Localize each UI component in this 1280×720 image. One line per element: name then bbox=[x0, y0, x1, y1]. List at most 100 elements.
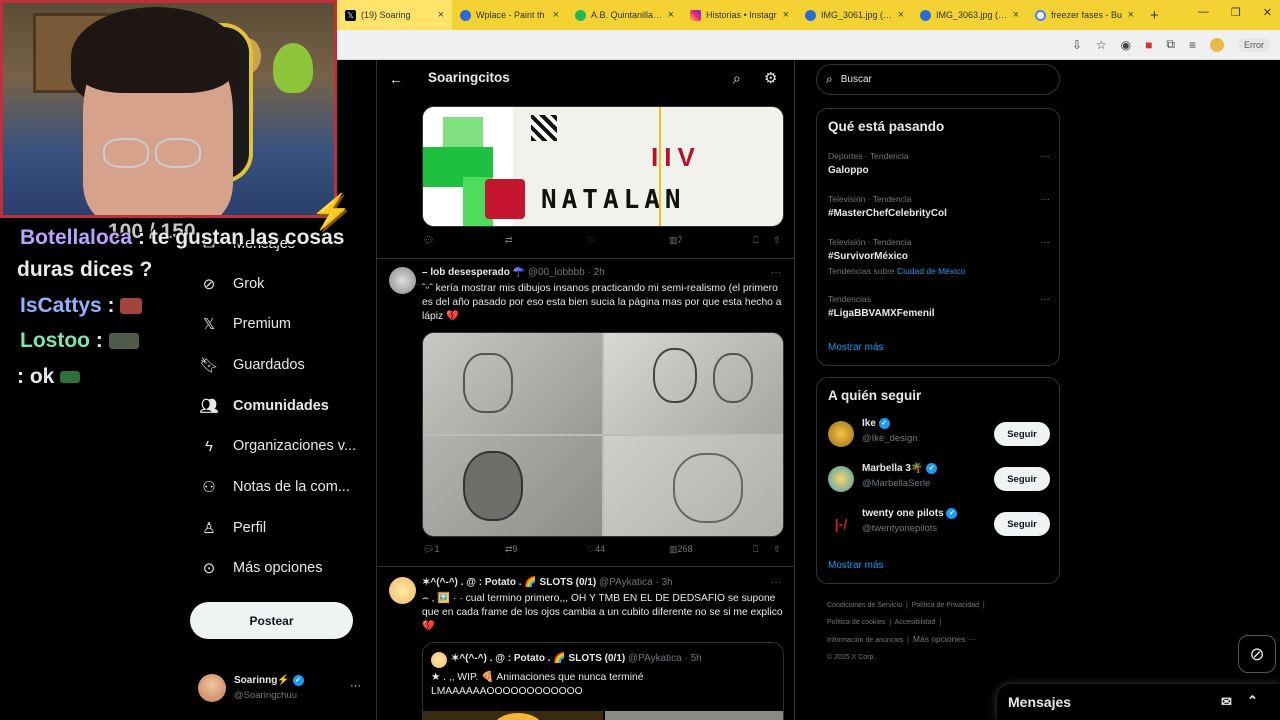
close-icon[interactable]: × bbox=[783, 9, 789, 21]
gear-icon[interactable]: ⚙ bbox=[764, 69, 777, 87]
views-icon[interactable]: ▥ 268 bbox=[669, 544, 693, 555]
close-icon[interactable]: × bbox=[438, 9, 444, 21]
footer-link[interactable]: Información de anuncios bbox=[827, 637, 903, 644]
nav-item-perfil[interactable]: ♙ Perfil bbox=[200, 516, 266, 540]
back-arrow-icon[interactable]: ← bbox=[389, 71, 403, 87]
reply-icon[interactable]: 💬︎ bbox=[423, 235, 434, 246]
follow-button[interactable]: Seguir bbox=[994, 422, 1050, 446]
extension-icon[interactable]: ◉ bbox=[1121, 38, 1131, 52]
more-icon[interactable]: ··· bbox=[1040, 194, 1050, 205]
puzzle-icon[interactable]: ⧉ bbox=[1166, 37, 1175, 52]
person-icon: ♙ bbox=[202, 520, 216, 537]
close-icon[interactable]: × bbox=[668, 9, 674, 21]
bookmark-star-icon[interactable]: ☆ bbox=[1096, 38, 1107, 52]
views-icon[interactable]: ▥ 7 bbox=[669, 235, 683, 246]
footer-link[interactable]: Política de cookies bbox=[827, 619, 885, 626]
follow-suggestion[interactable]: Ike ✓ @Ike_design Seguir bbox=[828, 418, 1050, 452]
profile-avatar[interactable] bbox=[1210, 37, 1224, 52]
trend-item[interactable]: Tendencias #LigaBBVAMXFemenil ··· bbox=[828, 294, 1050, 319]
extension-icon[interactable]: ■ bbox=[1145, 38, 1152, 52]
post-button[interactable]: Postear bbox=[190, 602, 353, 639]
show-more-link[interactable]: Mostrar más bbox=[828, 342, 884, 353]
close-icon[interactable]: × bbox=[553, 9, 559, 21]
search-input[interactable]: ⌕ Buscar bbox=[816, 64, 1060, 95]
nav-item-notas[interactable]: ⚇ Notas de la com... bbox=[200, 475, 350, 499]
nav-item-guardados[interactable]: 🔖︎ Guardados bbox=[199, 353, 304, 377]
post-image-grid[interactable] bbox=[422, 332, 784, 537]
trend-location-link[interactable]: Ciudad de México bbox=[897, 266, 965, 276]
browser-tab[interactable]: freezer fases - Bu × bbox=[1027, 0, 1142, 30]
avatar bbox=[431, 652, 447, 668]
footer-link[interactable]: Condiciones de Servicio bbox=[827, 602, 902, 609]
messages-title: Mensajes bbox=[1008, 694, 1072, 710]
repost-icon[interactable]: ⇄ bbox=[505, 235, 513, 246]
bookmark-icon[interactable]: ⎕ bbox=[753, 235, 758, 246]
repost-icon[interactable]: ⇄ 9 bbox=[505, 544, 518, 555]
nav-item-premium[interactable]: 𝕏 Premium bbox=[200, 312, 291, 336]
more-icon[interactable]: ··· bbox=[1040, 237, 1050, 248]
reply-icon[interactable]: 💬︎ 1 bbox=[423, 544, 439, 555]
more-icon[interactable]: ··· bbox=[771, 267, 781, 278]
quoted-post[interactable]: ✶^(^-^) . @ : Potato . 🌈 SLOTS (0/1) @PA… bbox=[422, 642, 784, 720]
media-control-icon[interactable]: ≡ bbox=[1189, 38, 1196, 52]
close-icon[interactable]: × bbox=[898, 9, 904, 21]
avatar[interactable] bbox=[389, 267, 416, 294]
nav-item-grok[interactable]: ⊘ Grok bbox=[200, 272, 265, 296]
avatar[interactable] bbox=[389, 577, 416, 604]
trend-item[interactable]: Televisión · Tendencia #MasterChefCelebr… bbox=[828, 194, 1050, 219]
chat-message: Lostoo : bbox=[20, 329, 139, 353]
like-icon[interactable]: ♡ bbox=[587, 235, 595, 246]
expand-icon[interactable]: ⌃ bbox=[1247, 693, 1258, 709]
browser-tab[interactable]: A.B. Quintanilla III × bbox=[567, 0, 682, 30]
close-window-icon[interactable]: ✕ bbox=[1263, 6, 1272, 19]
install-app-icon[interactable]: ⇩ bbox=[1072, 38, 1082, 52]
footer-link[interactable]: Accesibilidad bbox=[895, 619, 936, 626]
compose-message-icon[interactable]: ✉ bbox=[1221, 694, 1232, 710]
more-icon[interactable]: ··· bbox=[1040, 151, 1050, 162]
post-author[interactable]: ✶^(^-^) . @ : Potato . 🌈 SLOTS (0/1) @PA… bbox=[422, 577, 673, 588]
account-switcher[interactable]: Soarinng⚡ ✓ @Soaringchuu ··· bbox=[198, 674, 363, 704]
nav-item-organizaciones[interactable]: ϟ Organizaciones v... bbox=[200, 434, 356, 458]
more-icon[interactable]: ··· bbox=[1040, 294, 1050, 305]
browser-tab[interactable]: 𝕏 (19) Soaring × bbox=[337, 0, 452, 30]
post-image[interactable]: IIV NATALAN bbox=[422, 106, 784, 227]
close-icon[interactable]: × bbox=[1013, 9, 1019, 21]
browser-tab[interactable]: Wplace - Paint th × bbox=[452, 0, 567, 30]
emote-icon bbox=[120, 298, 143, 315]
browser-tab[interactable]: IMG_3061.jpg (49 × bbox=[797, 0, 912, 30]
error-badge[interactable]: Error bbox=[1238, 37, 1270, 52]
community-notes-icon: ⚇ bbox=[202, 479, 216, 496]
nav-item-mas-opciones[interactable]: ⊙ Más opciones bbox=[200, 556, 323, 580]
address-bar: ⇩ ☆ ◉ ■ ⧉ ≡ Error bbox=[337, 30, 1280, 60]
messages-drawer[interactable]: Mensajes ✉ ⌃ bbox=[997, 684, 1280, 720]
trends-panel: Qué está pasando Deportes · Tendencia Ga… bbox=[816, 108, 1060, 366]
grok-button[interactable]: ⊘ bbox=[1238, 635, 1276, 673]
follow-button[interactable]: Seguir bbox=[994, 512, 1050, 536]
show-more-link[interactable]: Mostrar más bbox=[828, 560, 884, 571]
copyright: © 2025 X Corp. bbox=[827, 653, 876, 661]
footer-link[interactable]: Política de Privacidad bbox=[912, 602, 979, 609]
nav-item-comunidades[interactable]: 👥︎ Comunidades bbox=[199, 394, 328, 418]
webcam-overlay bbox=[0, 0, 337, 218]
maximize-icon[interactable]: ❐ bbox=[1231, 6, 1241, 19]
bookmark-icon[interactable]: ⎕ bbox=[753, 544, 758, 555]
close-icon[interactable]: × bbox=[1128, 9, 1134, 21]
share-icon[interactable]: ⇧ bbox=[773, 544, 781, 555]
browser-tab[interactable]: IMG_3063.jpg (49 × bbox=[912, 0, 1027, 30]
trend-item[interactable]: Deportes · Tendencia Galoppo ··· bbox=[828, 151, 1050, 176]
follow-suggestion[interactable]: Marbella 3🌴 ✓ @MarbellaSerle Seguir bbox=[828, 463, 1050, 497]
x-icon: 𝕏 bbox=[345, 9, 356, 21]
minimize-icon[interactable]: — bbox=[1198, 6, 1209, 19]
footer-link[interactable]: Más opciones ··· bbox=[913, 634, 976, 644]
more-icon[interactable]: ··· bbox=[771, 577, 781, 588]
search-icon[interactable]: ⌕ bbox=[733, 70, 741, 87]
share-icon[interactable]: ⇧ bbox=[773, 235, 781, 246]
follow-button[interactable]: Seguir bbox=[994, 467, 1050, 491]
chat-message: Botellaloca : te gustan las cosas bbox=[20, 226, 345, 249]
new-tab-button[interactable]: + bbox=[1142, 7, 1167, 24]
like-icon[interactable]: ♡ 44 bbox=[587, 544, 605, 555]
post-author[interactable]: – lob desesperado ☂️ @00_lobbbb · 2h bbox=[422, 267, 605, 278]
browser-tab[interactable]: Historias • Instagr × bbox=[682, 0, 797, 30]
follow-suggestion[interactable]: |-/ twenty one pilots ✓ @twentyonepilots… bbox=[828, 508, 1050, 542]
trend-item[interactable]: Televisión · Tendencia #SurvivorMéxico T… bbox=[828, 237, 1050, 276]
